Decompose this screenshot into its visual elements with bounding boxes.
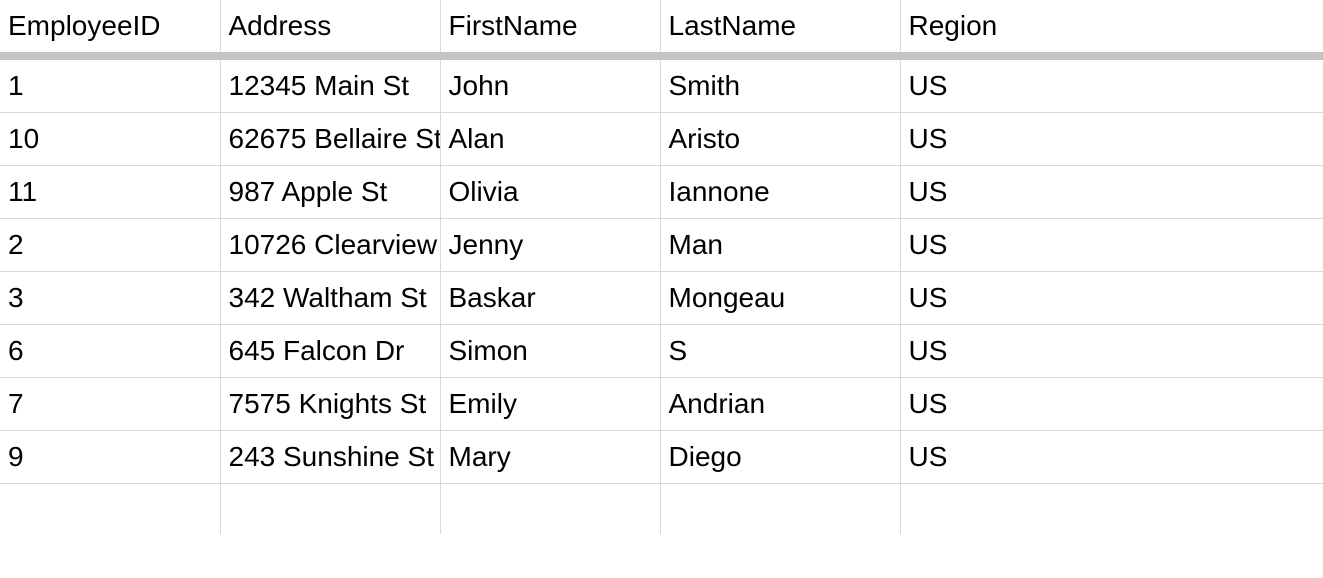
cell-employeeid[interactable]: 6 [0,325,220,378]
table-row[interactable]: 10 62675 Bellaire St Alan Aristo US [0,113,1323,166]
cell-employeeid[interactable]: 11 [0,166,220,219]
table-row[interactable]: 6 645 Falcon Dr Simon S US [0,325,1323,378]
column-header-address[interactable]: Address [220,0,440,56]
cell-address[interactable]: 987 Apple St [220,166,440,219]
cell-firstname[interactable]: John [440,56,660,113]
table-row[interactable]: 1 12345 Main St John Smith US [0,56,1323,113]
column-header-region[interactable]: Region [900,0,1323,56]
cell-employeeid[interactable]: 10 [0,113,220,166]
cell-lastname[interactable]: Mongeau [660,272,900,325]
cell-lastname[interactable]: S [660,325,900,378]
table-row[interactable]: 3 342 Waltham St Baskar Mongeau US [0,272,1323,325]
cell-employeeid[interactable]: 1 [0,56,220,113]
cell-firstname[interactable]: Emily [440,378,660,431]
empty-cell[interactable] [900,484,1323,534]
empty-cell[interactable] [220,484,440,534]
header-row: EmployeeID Address FirstName LastName Re… [0,0,1323,56]
cell-region[interactable]: US [900,325,1323,378]
cell-address[interactable]: 10726 Clearview [220,219,440,272]
cell-address[interactable]: 7575 Knights St [220,378,440,431]
empty-cell[interactable] [0,484,220,534]
cell-firstname[interactable]: Olivia [440,166,660,219]
table-body: 1 12345 Main St John Smith US 10 62675 B… [0,56,1323,534]
cell-region[interactable]: US [900,272,1323,325]
cell-lastname[interactable]: Andrian [660,378,900,431]
table-row[interactable]: 2 10726 Clearview Jenny Man US [0,219,1323,272]
column-header-employeeid[interactable]: EmployeeID [0,0,220,56]
cell-employeeid[interactable]: 7 [0,378,220,431]
cell-firstname[interactable]: Simon [440,325,660,378]
empty-cell[interactable] [660,484,900,534]
cell-firstname[interactable]: Jenny [440,219,660,272]
cell-lastname[interactable]: Diego [660,431,900,484]
cell-employeeid[interactable]: 2 [0,219,220,272]
empty-cell[interactable] [440,484,660,534]
table-row[interactable]: 11 987 Apple St Olivia Iannone US [0,166,1323,219]
cell-lastname[interactable]: Smith [660,56,900,113]
empty-row[interactable] [0,484,1323,534]
cell-employeeid[interactable]: 3 [0,272,220,325]
cell-region[interactable]: US [900,378,1323,431]
table-row[interactable]: 9 243 Sunshine St Mary Diego US [0,431,1323,484]
cell-region[interactable]: US [900,56,1323,113]
table-row[interactable]: 7 7575 Knights St Emily Andrian US [0,378,1323,431]
cell-firstname[interactable]: Baskar [440,272,660,325]
cell-region[interactable]: US [900,219,1323,272]
cell-address[interactable]: 645 Falcon Dr [220,325,440,378]
cell-lastname[interactable]: Aristo [660,113,900,166]
cell-lastname[interactable]: Man [660,219,900,272]
data-grid[interactable]: EmployeeID Address FirstName LastName Re… [0,0,1323,534]
cell-region[interactable]: US [900,113,1323,166]
cell-region[interactable]: US [900,431,1323,484]
cell-region[interactable]: US [900,166,1323,219]
cell-address[interactable]: 342 Waltham St [220,272,440,325]
cell-employeeid[interactable]: 9 [0,431,220,484]
cell-address[interactable]: 12345 Main St [220,56,440,113]
cell-lastname[interactable]: Iannone [660,166,900,219]
cell-address[interactable]: 243 Sunshine St [220,431,440,484]
cell-firstname[interactable]: Alan [440,113,660,166]
column-header-firstname[interactable]: FirstName [440,0,660,56]
cell-firstname[interactable]: Mary [440,431,660,484]
column-header-lastname[interactable]: LastName [660,0,900,56]
cell-address[interactable]: 62675 Bellaire St [220,113,440,166]
